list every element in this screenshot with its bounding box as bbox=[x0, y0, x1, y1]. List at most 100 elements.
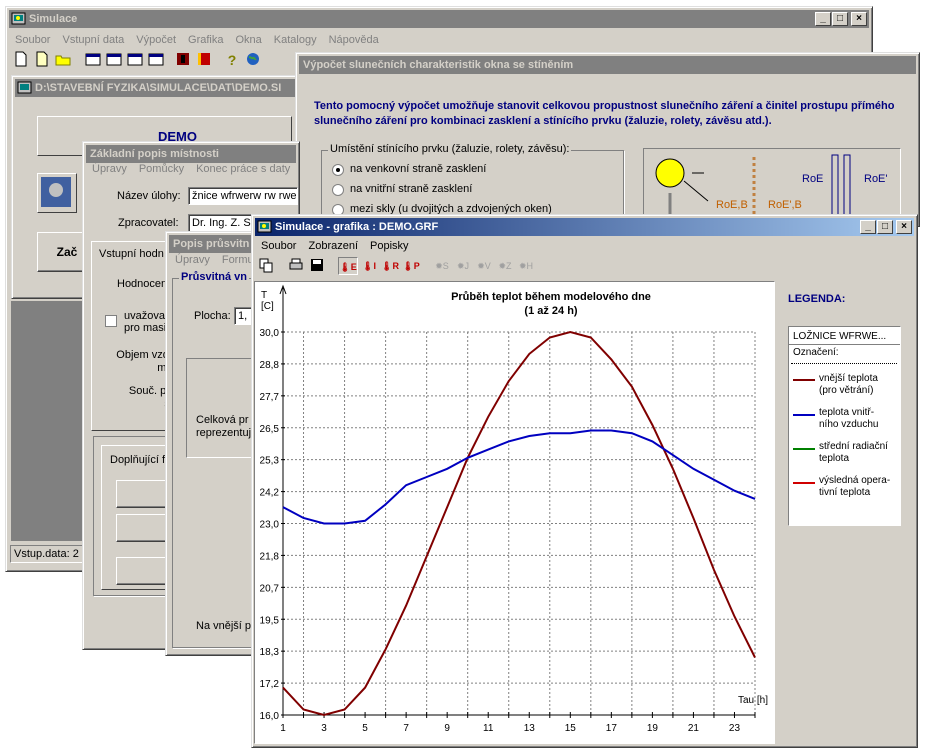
thermo-p-icon[interactable]: 🌡P bbox=[401, 257, 421, 275]
document-path: D:\STAVEBNÍ FYZIKA\SIMULACE\DAT\DEMO.SI bbox=[35, 82, 282, 94]
menu-grafika[interactable]: Grafika bbox=[182, 34, 229, 46]
globe-icon[interactable] bbox=[243, 51, 263, 69]
glazing-menubar: Úpravy Formu bbox=[169, 251, 261, 269]
option-outside-radio[interactable] bbox=[332, 164, 344, 176]
room-menubar: Úpravy Pomůcky Konec práce s daty bbox=[86, 160, 296, 178]
save-icon[interactable] bbox=[307, 257, 327, 275]
y-axis-label: [C] bbox=[261, 301, 274, 312]
sun-s-icon[interactable]: ✹S bbox=[432, 257, 452, 275]
temperature-chart: 16,0 17,2 18,3 19,5 20,7 21,8 23,0 24,2 25,3 26,5… bbox=[260, 284, 768, 734]
thermo-e-label: E bbox=[350, 262, 357, 272]
glazing-window: Popis průsvitn Úpravy Formu Průsvitná vn… bbox=[165, 231, 265, 656]
legend-room: LOŽNICE WFRWE... bbox=[793, 331, 887, 342]
input-values-label: Vstupní hodn bbox=[99, 248, 164, 260]
consider-label: uvažova pro masi bbox=[124, 310, 167, 334]
x-tick-label: 17 bbox=[606, 723, 618, 734]
legend-line-operative bbox=[793, 482, 815, 484]
glazing-title: Popis průsvitn bbox=[173, 238, 250, 250]
task-name-input[interactable]: žnice wfrwerw rw rwe bbox=[188, 187, 298, 205]
book-icon[interactable] bbox=[194, 51, 214, 69]
y-tick-label: 27,7 bbox=[260, 392, 280, 403]
data-window-3-icon[interactable] bbox=[125, 51, 145, 69]
graph-titlebar[interactable]: Simulace - grafika : DEMO.GRF _ □ × bbox=[255, 218, 914, 236]
main-toolbar: ? bbox=[11, 51, 311, 73]
label-roe-b: RoE,B bbox=[716, 199, 748, 211]
new-file-icon[interactable] bbox=[11, 51, 31, 69]
room-menu-konec[interactable]: Konec práce s daty bbox=[190, 163, 296, 175]
open-file-icon[interactable] bbox=[32, 51, 52, 69]
label-roe-prime: RoE' bbox=[864, 173, 888, 185]
option-outside-label: na venkovní straně zasklení bbox=[350, 163, 487, 175]
legend-divider bbox=[789, 344, 900, 345]
data-window-1-icon[interactable] bbox=[83, 51, 103, 69]
option-inside-label: na vnitřní straně zasklení bbox=[350, 183, 473, 195]
y-tick-label: 26,5 bbox=[260, 424, 280, 435]
x-tick-label: 1 bbox=[280, 723, 286, 734]
graph-maximize-button[interactable]: □ bbox=[877, 220, 893, 234]
chart-subtitle: (1 až 24 h) bbox=[524, 305, 578, 317]
menu-vstupni-data[interactable]: Vstupní data bbox=[56, 34, 130, 46]
close-button[interactable]: × bbox=[851, 12, 867, 26]
menu-napoveda[interactable]: Nápověda bbox=[323, 34, 385, 46]
legend-title: LEGENDA: bbox=[788, 293, 846, 305]
sun-z-icon[interactable]: ✹Z bbox=[495, 257, 515, 275]
consider-checkbox[interactable] bbox=[105, 315, 117, 327]
x-tick-label: 9 bbox=[444, 723, 450, 734]
legend-line-indoor-air bbox=[793, 414, 815, 416]
graph-app-icon bbox=[257, 219, 272, 234]
thermo-e-icon[interactable]: 🌡E bbox=[338, 257, 358, 275]
copy-icon[interactable] bbox=[256, 257, 276, 275]
menu-soubor[interactable]: Soubor bbox=[9, 34, 56, 46]
glazing-menu-upravy[interactable]: Úpravy bbox=[169, 254, 216, 266]
legend-line-radiant bbox=[793, 448, 815, 450]
menu-vypocet[interactable]: Výpočet bbox=[130, 34, 182, 46]
minimize-button[interactable]: _ bbox=[815, 12, 831, 26]
series-indoor-line bbox=[282, 429, 756, 525]
room-menu-upravy[interactable]: Úpravy bbox=[86, 163, 133, 175]
open-folder-icon[interactable] bbox=[53, 51, 73, 69]
outer-label: Na vnější p bbox=[196, 620, 252, 632]
thermo-r-icon[interactable]: 🌡R bbox=[380, 257, 400, 275]
building-image-icon[interactable] bbox=[37, 173, 77, 213]
thermo-i-label: I bbox=[373, 261, 376, 271]
room-menu-pomucky[interactable]: Pomůcky bbox=[133, 163, 190, 175]
print-icon[interactable] bbox=[286, 257, 306, 275]
x-tick-label: 23 bbox=[729, 723, 741, 734]
graph-close-button[interactable]: × bbox=[896, 220, 912, 234]
thermo-i-icon[interactable]: 🌡I bbox=[359, 257, 379, 275]
y-tick-label: 18,3 bbox=[260, 647, 280, 658]
graph-minimize-button[interactable]: _ bbox=[860, 220, 876, 234]
menu-okna[interactable]: Okna bbox=[229, 34, 267, 46]
x-axis-label: Tau [h] bbox=[738, 695, 768, 706]
legend-line-outdoor bbox=[793, 379, 815, 381]
sun-h-icon[interactable]: ✹H bbox=[516, 257, 536, 275]
menu-katalogy[interactable]: Katalogy bbox=[268, 34, 323, 46]
sun-v-icon[interactable]: ✹V bbox=[474, 257, 494, 275]
solar-description: Tento pomocný výpočet umožňuje stanovit … bbox=[314, 100, 895, 127]
legend-label-outdoor: vnější teplota (pro větrání) bbox=[819, 373, 878, 396]
y-tick-label: 21,8 bbox=[260, 551, 280, 562]
maximize-button[interactable]: □ bbox=[832, 12, 848, 26]
chart-area: 16,0 17,2 18,3 19,5 20,7 21,8 23,0 24,2 25,3 26,5… bbox=[254, 281, 775, 744]
room-title: Základní popis místnosti bbox=[90, 148, 219, 160]
help-icon[interactable]: ? bbox=[222, 51, 242, 69]
option-inside-radio[interactable] bbox=[332, 184, 344, 196]
data-window-2-icon[interactable] bbox=[104, 51, 124, 69]
y-axis-label: T bbox=[261, 290, 267, 301]
solar-title: Výpočet slunečních charakteristik okna s… bbox=[303, 59, 574, 71]
mdi-background bbox=[11, 301, 91, 541]
graph-menu-soubor[interactable]: Soubor bbox=[255, 240, 302, 252]
y-tick-label: 20,7 bbox=[260, 583, 280, 594]
graph-menu-zobrazeni[interactable]: Zobrazení bbox=[302, 240, 364, 252]
graph-menu-popisky[interactable]: Popisky bbox=[364, 240, 415, 252]
sun-j-icon[interactable]: ✹J bbox=[453, 257, 473, 275]
data-window-4-icon[interactable] bbox=[146, 51, 166, 69]
calculate-icon[interactable] bbox=[173, 51, 193, 69]
main-menubar: Soubor Vstupní data Výpočet Grafika Okna… bbox=[9, 31, 869, 49]
solar-titlebar[interactable]: Výpočet slunečních charakteristik okna s… bbox=[299, 56, 916, 74]
document-titlebar[interactable]: D:\STAVEBNÍ FYZIKA\SIMULACE\DAT\DEMO.SI bbox=[15, 79, 297, 97]
main-titlebar[interactable]: Simulace _ □ × bbox=[9, 10, 869, 28]
glazing-group: Průsvitná vn bbox=[172, 271, 262, 648]
y-tick-label: 23,0 bbox=[260, 520, 280, 531]
app-icon bbox=[11, 11, 26, 26]
